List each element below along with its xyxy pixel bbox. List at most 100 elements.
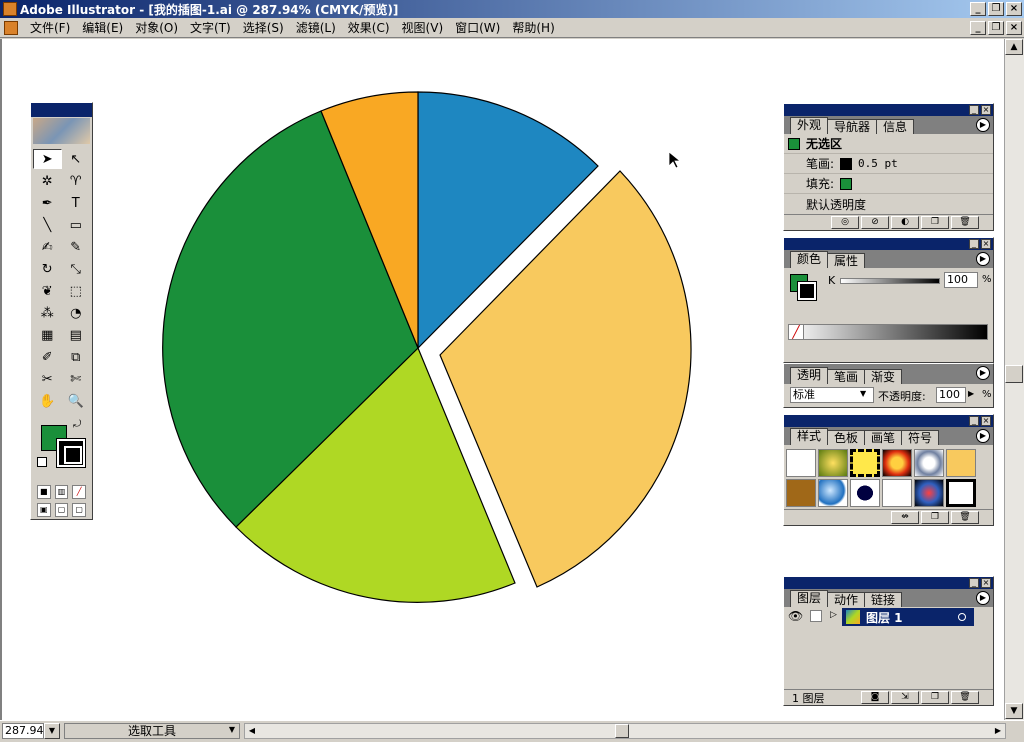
- tab-navigator[interactable]: 导航器: [827, 119, 878, 134]
- panel-close-button[interactable]: ×: [981, 239, 991, 249]
- panel-minimize-button[interactable]: _: [969, 416, 979, 426]
- delete-item-button[interactable]: 🗑: [951, 216, 979, 229]
- duplicate-item-button[interactable]: ❐: [921, 216, 949, 229]
- panel-menu-icon[interactable]: ▶: [976, 429, 990, 443]
- style-sunburst[interactable]: [882, 449, 912, 477]
- screen-mode-standard-icon[interactable]: ▣: [37, 503, 51, 517]
- doc-restore-button[interactable]: ❐: [988, 21, 1004, 35]
- menu-select[interactable]: 选择(S): [237, 19, 290, 36]
- symbol-sprayer-tool-icon[interactable]: ⁂: [33, 303, 62, 323]
- chevron-down-icon[interactable]: ▼: [860, 389, 866, 398]
- style-dashed-yellow[interactable]: [850, 449, 880, 477]
- status-tool-select[interactable]: 选取工具: [64, 723, 240, 739]
- screen-mode-full-icon[interactable]: ▢: [72, 503, 87, 517]
- tab-styles[interactable]: 样式: [790, 428, 829, 445]
- paintbrush-tool-icon[interactable]: ✍: [33, 237, 62, 257]
- panel-menu-icon[interactable]: ▶: [976, 366, 990, 380]
- zoom-tool-icon[interactable]: 🔍: [62, 391, 91, 411]
- menu-object[interactable]: 对象(O): [129, 19, 184, 36]
- zoom-level-input[interactable]: 287.94%: [2, 723, 44, 739]
- tab-gradient[interactable]: 渐变: [864, 369, 903, 384]
- color-mode-icon[interactable]: ■: [37, 485, 51, 499]
- pencil-tool-icon[interactable]: ✎: [62, 237, 91, 257]
- style-white[interactable]: [882, 479, 912, 507]
- k-slider[interactable]: [840, 278, 940, 284]
- doc-minimize-button[interactable]: _: [970, 21, 986, 35]
- scissors-tool-icon[interactable]: ✄: [62, 369, 91, 389]
- reduce-to-basic-button[interactable]: ◐: [891, 216, 919, 229]
- delete-layer-button[interactable]: 🗑: [951, 691, 979, 704]
- panel-minimize-button[interactable]: _: [969, 239, 979, 249]
- style-chrome-rings[interactable]: [914, 449, 944, 477]
- scroll-thumb[interactable]: [1005, 365, 1023, 383]
- restore-button[interactable]: ❐: [988, 2, 1004, 16]
- panel-title-bar[interactable]: _ ×: [784, 415, 993, 427]
- make-clipping-mask-button[interactable]: ◙: [861, 691, 889, 704]
- style-orange-blob[interactable]: [946, 449, 976, 477]
- style-glow[interactable]: [914, 479, 944, 507]
- opacity-arrow-icon[interactable]: ▶: [968, 389, 974, 398]
- gradient-mode-icon[interactable]: ▥: [54, 485, 69, 499]
- none-mode-icon[interactable]: ╱: [72, 485, 87, 499]
- style-blue-sphere[interactable]: [818, 479, 848, 507]
- opacity-input[interactable]: 100: [936, 387, 966, 403]
- expand-triangle-icon[interactable]: ▷: [830, 610, 837, 620]
- lock-toggle[interactable]: [810, 610, 822, 622]
- type-tool-icon[interactable]: T: [62, 193, 91, 213]
- status-dropdown-icon[interactable]: ▼: [224, 723, 240, 739]
- graph-tool-icon[interactable]: ◔: [62, 303, 91, 323]
- scroll-right-button[interactable]: ▶: [991, 724, 1005, 738]
- style-bronze-texture[interactable]: [786, 479, 816, 507]
- k-value-input[interactable]: 100: [944, 272, 978, 288]
- panel-minimize-button[interactable]: _: [969, 105, 979, 115]
- tab-attributes[interactable]: 属性: [827, 253, 866, 268]
- new-sublayer-button[interactable]: ⇲: [891, 691, 919, 704]
- line-tool-icon[interactable]: ╲: [33, 215, 62, 235]
- tab-layers[interactable]: 图层: [790, 590, 829, 607]
- free-transform-tool-icon[interactable]: ⬚: [62, 281, 91, 301]
- tab-brushes[interactable]: 画笔: [864, 430, 903, 445]
- horizontal-scroll-thumb[interactable]: [615, 724, 629, 738]
- tab-actions[interactable]: 动作: [827, 592, 866, 607]
- style-default[interactable]: [786, 449, 816, 477]
- scale-tool-icon[interactable]: ⤡: [62, 259, 91, 279]
- toolbox-title-bar[interactable]: [31, 103, 92, 117]
- target-circle-icon[interactable]: [958, 613, 966, 621]
- swap-fill-stroke-icon[interactable]: ⤾: [73, 419, 81, 430]
- tab-color[interactable]: 颜色: [790, 251, 829, 268]
- panel-menu-icon[interactable]: ▶: [976, 118, 990, 132]
- direct-selection-tool-icon[interactable]: ↖: [62, 149, 91, 169]
- tab-links[interactable]: 链接: [864, 592, 903, 607]
- menu-view[interactable]: 视图(V): [396, 19, 450, 36]
- tab-appearance[interactable]: 外观: [790, 117, 829, 134]
- magic-wand-tool-icon[interactable]: ✲: [33, 171, 62, 191]
- new-art-maintains-appearance-button[interactable]: ◎: [831, 216, 859, 229]
- menu-type[interactable]: 文字(T): [184, 19, 237, 36]
- minimize-button[interactable]: _: [970, 2, 986, 16]
- menu-effect[interactable]: 效果(C): [342, 19, 396, 36]
- selection-tool-icon[interactable]: ➤: [33, 149, 62, 169]
- panel-close-button[interactable]: ×: [981, 105, 991, 115]
- menu-help[interactable]: 帮助(H): [506, 19, 560, 36]
- panel-title-bar[interactable]: _ ×: [784, 238, 993, 250]
- clear-appearance-button[interactable]: ⊘: [861, 216, 889, 229]
- stroke-swatch[interactable]: [797, 281, 817, 301]
- document-icon[interactable]: [4, 20, 18, 35]
- warp-tool-icon[interactable]: ❦: [33, 281, 62, 301]
- tab-swatches[interactable]: 色板: [827, 430, 866, 445]
- gradient-tool-icon[interactable]: ▤: [62, 325, 91, 345]
- menu-filter[interactable]: 滤镜(L): [290, 19, 342, 36]
- scroll-up-button[interactable]: ▲: [1005, 39, 1023, 55]
- menu-edit[interactable]: 编辑(E): [76, 19, 129, 36]
- scroll-down-button[interactable]: ▼: [1005, 703, 1023, 719]
- rectangle-tool-icon[interactable]: ▭: [62, 215, 91, 235]
- new-style-button[interactable]: ❐: [921, 511, 949, 524]
- panel-menu-icon[interactable]: ▶: [976, 252, 990, 266]
- panel-title-bar[interactable]: _ ×: [784, 577, 993, 589]
- scroll-left-button[interactable]: ◀: [245, 724, 259, 738]
- rotate-tool-icon[interactable]: ↻: [33, 259, 62, 279]
- screen-mode-menu-icon[interactable]: ▢: [54, 503, 69, 517]
- style-rough-border[interactable]: [946, 479, 976, 507]
- lasso-tool-icon[interactable]: ♈: [62, 171, 91, 191]
- layer-row-selected[interactable]: 图层 1: [842, 608, 974, 626]
